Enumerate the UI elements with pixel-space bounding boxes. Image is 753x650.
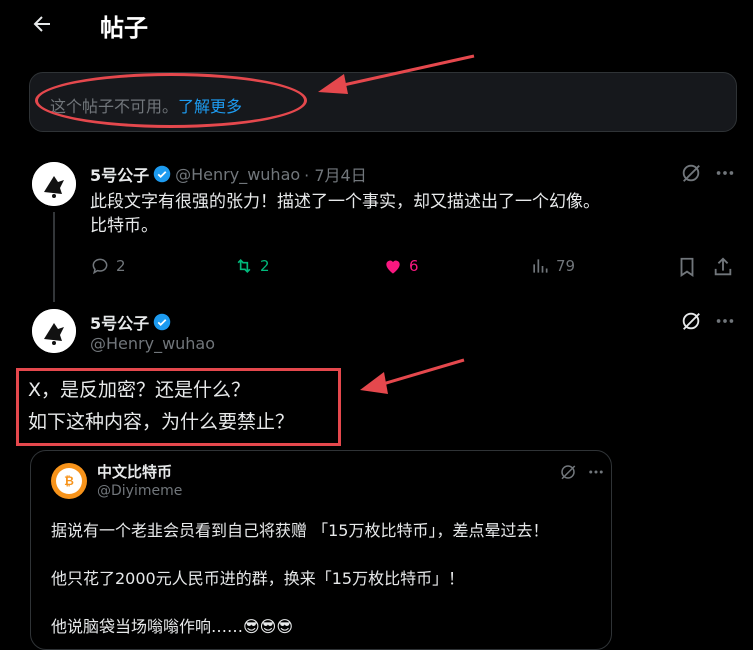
quoted-author-handle[interactable]: @Diyimeme (97, 483, 182, 499)
back-arrow-icon[interactable] (30, 12, 54, 36)
more-options-icon[interactable] (587, 463, 605, 481)
grok-icon[interactable] (680, 310, 702, 332)
bookmark-icon[interactable] (676, 256, 698, 278)
grok-icon[interactable] (680, 162, 702, 184)
reply-post-text: 此段文字有很强的张力！描述了一个事实，却又描述出了一个幻像。 比特币。 (90, 190, 600, 238)
repost-button[interactable]: 2 (234, 256, 270, 276)
like-button[interactable]: 6 (383, 256, 419, 276)
views-chart-icon (533, 259, 548, 273)
verified-badge-icon (153, 313, 171, 331)
author-name[interactable]: 5号公子 (90, 310, 149, 334)
repost-count: 2 (260, 257, 270, 275)
more-options-icon[interactable] (714, 162, 736, 184)
bitcoin-icon: ₿ (56, 468, 82, 494)
avatar-cat-icon (32, 162, 76, 206)
verified-badge-icon (153, 165, 171, 183)
heart-icon (386, 260, 400, 274)
views-button[interactable]: 79 (530, 256, 575, 276)
annotation-arrow-top (318, 54, 475, 94)
reply-post-header: 5号公子 @Henry_wuhao · 7月4日 (90, 162, 367, 186)
main-post-header: 5号公子 (90, 310, 171, 334)
quoted-line-2: 他只花了2000元人民币进的群，换来「15万枚比特币」！ (51, 569, 465, 588)
repost-icon (237, 258, 251, 274)
reply-count: 2 (116, 257, 126, 275)
author-handle[interactable]: @Henry_wuhao (90, 334, 215, 353)
quoted-post[interactable]: ₿ 中文比特币 @Diyimeme 据说有一个老韭会员看到自己将获赠 「15万枚… (30, 450, 612, 650)
author-name[interactable]: 5号公子 (90, 162, 149, 186)
share-icon[interactable] (712, 256, 734, 278)
quoted-line-3: 他说脑袋当场嗡嗡作响……😎😎😎 (51, 617, 294, 636)
page-title: 帖子 (100, 14, 148, 42)
avatar[interactable] (32, 162, 76, 206)
view-count: 79 (556, 257, 576, 275)
avatar-cat-icon (32, 309, 76, 353)
author-handle[interactable]: @Henry_wuhao (175, 165, 300, 184)
annotation-ellipse (35, 73, 307, 128)
thread-line (53, 212, 55, 302)
annotation-arrow-bottom (360, 358, 465, 394)
annotation-rect (16, 368, 341, 446)
post-date[interactable]: · 7月4日 (304, 162, 367, 186)
grok-icon[interactable] (559, 463, 577, 481)
avatar[interactable] (32, 309, 76, 353)
reply-line-1: 此段文字有很强的张力！描述了一个事实，却又描述出了一个幻像。 (90, 192, 600, 212)
more-options-icon[interactable] (714, 310, 736, 332)
quoted-avatar[interactable]: ₿ (51, 463, 87, 499)
reply-button[interactable]: 2 (90, 256, 126, 276)
reply-line-2: 比特币。 (90, 216, 158, 236)
quoted-author-name[interactable]: 中文比特币 (97, 461, 172, 482)
reply-icon (92, 258, 108, 275)
like-count: 6 (409, 257, 419, 275)
quoted-line-1: 据说有一个老韭会员看到自己将获赠 「15万枚比特币」，差点晕过去！ (51, 521, 549, 540)
